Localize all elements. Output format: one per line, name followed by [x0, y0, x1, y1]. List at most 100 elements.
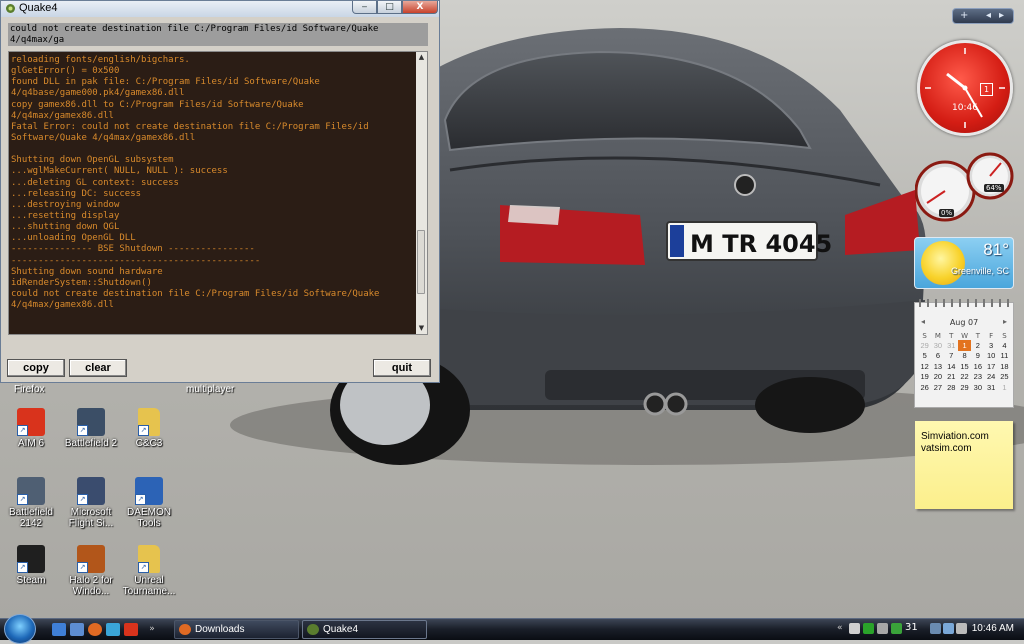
console-output-pane[interactable]: reloading fonts/english/bigchars. glGetE…	[8, 51, 428, 335]
calendar-day[interactable]: 15	[958, 361, 971, 372]
log-line: --------------- BSE Shutdown -----------…	[11, 244, 255, 255]
desktop-icon[interactable]: ↗ Unreal Tourname...	[118, 545, 180, 597]
calendar-day[interactable]: 20	[931, 372, 944, 383]
calendar-day[interactable]: 24	[984, 372, 997, 383]
calendar-weekday: S	[1002, 331, 1007, 340]
tray-expand-icon[interactable]: «	[837, 623, 848, 634]
minimize-button[interactable]: ‒	[352, 1, 377, 14]
calendar-day[interactable]: 1	[957, 340, 972, 351]
maximize-button[interactable]: □	[377, 1, 402, 14]
calendar-day[interactable]: 3	[984, 340, 997, 351]
desktop-icon[interactable]: ↗ Halo 2 for Windo...	[60, 545, 122, 597]
log-line: ...deleting GL context: success	[11, 177, 179, 188]
clear-button[interactable]: clear	[69, 359, 127, 377]
desktop-icon[interactable]: ↗ Battlefield 2142	[0, 477, 62, 529]
calendar-gadget[interactable]: ◂ Aug 07 ▸ SMTWTFS 29 30 31 1 2 3 4 5 6 7 8 9 10 11 12…	[914, 299, 1014, 408]
firefox-quicklaunch-icon[interactable]	[88, 623, 102, 636]
calendar-day[interactable]: 2	[971, 340, 984, 351]
calendar-day[interactable]: 21	[945, 372, 958, 383]
calendar-day[interactable]: 13	[931, 361, 944, 372]
desktop-icon[interactable]: ↗ Battlefield 2	[60, 408, 122, 449]
calendar-next-month-icon[interactable]: ▸	[1003, 317, 1007, 326]
desktop-icon-label-firefox[interactable]: Firefox	[14, 384, 45, 395]
desktop-icon[interactable]: ↗ AIM 6	[0, 408, 62, 449]
calendar-day[interactable]: 31	[984, 382, 997, 393]
network-status-icon[interactable]	[943, 623, 954, 634]
excel-tray-icon[interactable]	[863, 623, 874, 634]
desktop-icon[interactable]: ↗ C&C3	[118, 408, 180, 449]
calendar-day[interactable]: 23	[971, 372, 984, 383]
calendar-day[interactable]: 6	[931, 351, 944, 362]
calendar-day[interactable]: 7	[945, 351, 958, 362]
utility-tray-icon[interactable]	[891, 623, 902, 634]
desktop-icon[interactable]: ↗ Steam	[0, 545, 62, 586]
calendar-day[interactable]: 14	[945, 361, 958, 372]
shortcut-arrow-icon: ↗	[138, 562, 149, 573]
calendar-weekday: T	[975, 331, 980, 340]
calendar-day[interactable]: 26	[918, 382, 931, 393]
sidebar-next-button[interactable]: ▸	[999, 10, 1004, 21]
sidebar-add-gadget-button[interactable]: +	[960, 10, 968, 21]
console-scrollbar[interactable]: ▲ ▼	[416, 52, 427, 334]
calendar-day[interactable]: 8	[958, 351, 971, 362]
calendar-day[interactable]: 31	[945, 340, 958, 351]
scrollbar-thumb[interactable]	[417, 229, 425, 294]
svg-text:M TR 4045: M TR 4045	[690, 230, 832, 258]
desktop-icon-label-multiplayer[interactable]: multiplayer	[186, 384, 234, 395]
desktop-icon[interactable]: ↗ Microsoft Flight Si...	[60, 477, 122, 529]
window-title-bar[interactable]: Quake4 ‒ □ X	[1, 1, 439, 17]
console-log: reloading fonts/english/bigchars. glGetE…	[11, 55, 415, 331]
sunny-icon	[921, 241, 965, 285]
folder-icon: ↗	[138, 545, 160, 573]
sidebar-prev-button[interactable]: ◂	[986, 10, 991, 21]
calendar-day[interactable]: 4	[998, 340, 1011, 351]
cpu-meter-gadget[interactable]: 0% 64%	[914, 151, 1015, 226]
calendar-day[interactable]: 29	[958, 382, 971, 393]
tray-day-number[interactable]: 31	[905, 622, 918, 633]
calendar-day[interactable]: 19	[918, 372, 931, 383]
volume-icon[interactable]	[956, 623, 967, 634]
desktop-icon-label: C&C3	[135, 438, 163, 449]
calendar-day[interactable]: 28	[945, 382, 958, 393]
steam-tray-icon[interactable]	[849, 623, 860, 634]
network-tray-icon[interactable]	[877, 623, 888, 634]
calendar-day[interactable]: 11	[998, 351, 1011, 362]
monitor-tray-icon[interactable]	[930, 623, 941, 634]
calendar-day[interactable]: 17	[984, 361, 997, 372]
calendar-day[interactable]: 5	[918, 351, 931, 362]
switch-windows-icon[interactable]	[70, 623, 84, 636]
calendar-day[interactable]: 12	[918, 361, 931, 372]
ie-quicklaunch-icon[interactable]	[106, 623, 120, 636]
taskbar-button-quake4[interactable]: Quake4	[302, 620, 427, 639]
console-input-field[interactable]: could not create destination file C:/Pro…	[8, 23, 428, 46]
copy-button[interactable]: copy	[7, 359, 65, 377]
calendar-day[interactable]: 10	[984, 351, 997, 362]
clock-gadget[interactable]: 10:46 1	[917, 40, 1013, 136]
calendar-day[interactable]: 18	[998, 361, 1011, 372]
taskbar-clock[interactable]: 10:46 AM	[972, 623, 1014, 634]
show-desktop-icon[interactable]	[52, 623, 66, 636]
calendar-day[interactable]: 27	[931, 382, 944, 393]
console-input-line: could not create destination file C:/Pro…	[10, 24, 379, 34]
calendar-day[interactable]: 30	[931, 340, 944, 351]
calendar-day[interactable]: 30	[971, 382, 984, 393]
taskbar-button-downloads[interactable]: Downloads	[174, 620, 299, 639]
calendar-day[interactable]: 25	[998, 372, 1011, 383]
aim-quicklaunch-icon[interactable]	[124, 623, 138, 636]
sticky-note-gadget[interactable]: Simviation.com vatsim.com	[915, 421, 1013, 509]
quicklaunch-overflow-icon[interactable]: »	[142, 623, 162, 636]
calendar-day[interactable]: 1	[998, 382, 1011, 393]
battlefield2-icon: ↗	[77, 408, 105, 436]
calendar-day[interactable]: 16	[971, 361, 984, 372]
calendar-day[interactable]: 29	[918, 340, 931, 351]
log-line: ...releasing DC: success	[11, 188, 142, 199]
quit-button[interactable]: quit	[373, 359, 431, 377]
calendar-weekday: M	[934, 331, 941, 340]
calendar-day[interactable]: 9	[971, 351, 984, 362]
scroll-down-arrow-icon[interactable]: ▼	[416, 323, 427, 334]
close-button[interactable]: X	[402, 1, 438, 14]
scroll-up-arrow-icon[interactable]: ▲	[416, 52, 427, 63]
calendar-day[interactable]: 22	[958, 372, 971, 383]
desktop-icon[interactable]: ↗ DAEMON Tools	[118, 477, 180, 529]
weather-gadget[interactable]: 81° Greenville, SC	[914, 237, 1014, 289]
